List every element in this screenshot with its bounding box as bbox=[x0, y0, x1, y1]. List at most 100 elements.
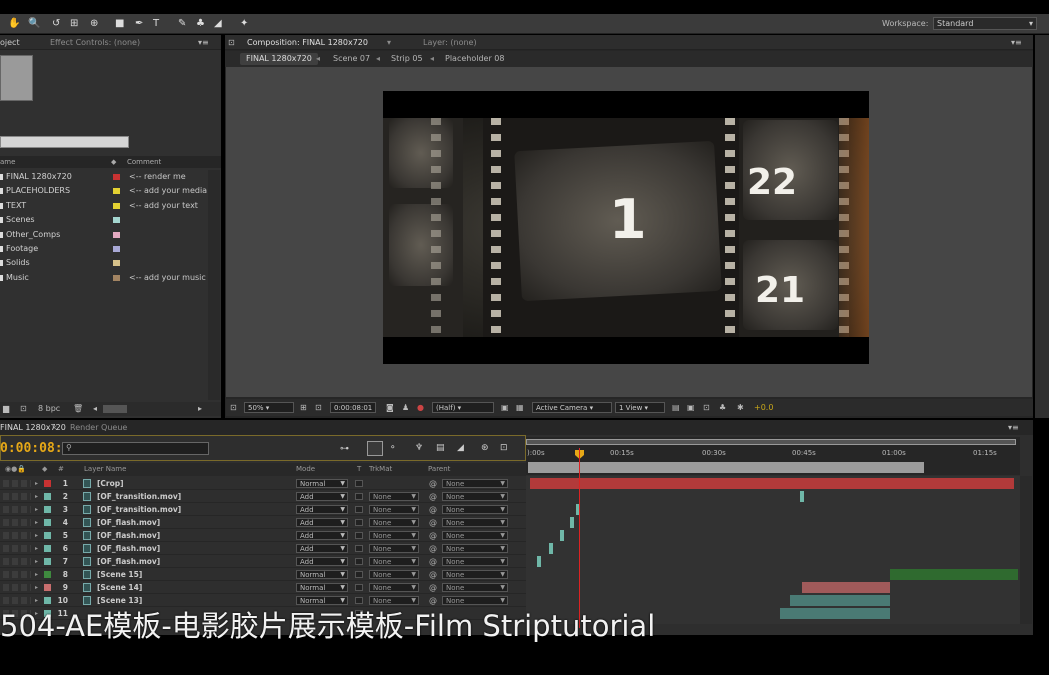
av-switches[interactable] bbox=[3, 545, 31, 552]
label-swatch[interactable] bbox=[44, 519, 51, 526]
layer-mode-select[interactable]: Normal ▼ bbox=[296, 570, 348, 579]
layer-name[interactable]: [OF_flash.mov] bbox=[97, 516, 160, 529]
parent-select[interactable]: None ▼ bbox=[442, 544, 508, 553]
tab-effect-controls[interactable]: Effect Controls: (none) bbox=[50, 35, 140, 50]
parent-select[interactable]: None ▼ bbox=[442, 479, 508, 488]
av-switches[interactable] bbox=[3, 493, 31, 500]
av-switches[interactable] bbox=[3, 506, 31, 513]
comp-mini-flowchart-icon[interactable]: ⊶ bbox=[340, 444, 349, 454]
layer-mode-select[interactable]: Add ▼ bbox=[296, 557, 348, 566]
layer-mode-select[interactable]: Add ▼ bbox=[296, 544, 348, 553]
show-snapshot-icon[interactable]: ♟ bbox=[402, 399, 409, 416]
layer-duration-bar[interactable] bbox=[800, 491, 804, 502]
current-time-indicator-line[interactable] bbox=[579, 448, 580, 628]
layer-duration-bar[interactable] bbox=[530, 478, 1014, 489]
layer-name[interactable]: [Scene 15] bbox=[97, 568, 142, 581]
exposure-icon[interactable]: ✱ bbox=[737, 399, 744, 416]
pickwhip-icon[interactable]: @ bbox=[429, 542, 437, 555]
resolution-select[interactable]: (Half) ▾ bbox=[432, 402, 494, 413]
panel-menu-icon[interactable]: ▾≡ bbox=[198, 35, 209, 50]
mask-icon[interactable]: ⊡ bbox=[315, 399, 322, 416]
label-swatch[interactable] bbox=[44, 480, 51, 487]
trkmat-select[interactable]: None ▼ bbox=[369, 505, 419, 514]
layer-duration-bar[interactable] bbox=[549, 543, 553, 554]
label-swatch[interactable] bbox=[113, 217, 120, 224]
pickwhip-icon[interactable]: @ bbox=[429, 490, 437, 503]
label-swatch[interactable] bbox=[44, 545, 51, 552]
region-of-interest-icon[interactable]: ▣ bbox=[501, 399, 509, 416]
layer-row[interactable]: ▸ 8 [Scene 15] Normal ▼ None ▼ @ None ▼ bbox=[0, 568, 526, 581]
label-swatch[interactable] bbox=[113, 274, 120, 281]
view-layout-select[interactable]: 1 View ▾ bbox=[615, 402, 665, 413]
project-item[interactable]: Other_Comps bbox=[0, 228, 208, 242]
layer-row[interactable]: ▸ 1 [Crop] Normal ▼ @ None ▼ bbox=[0, 477, 526, 490]
parent-select[interactable]: None ▼ bbox=[442, 570, 508, 579]
type-tool-icon[interactable]: T bbox=[153, 17, 159, 31]
composition-frame[interactable]: 1 22 21 bbox=[383, 91, 869, 364]
tab-composition[interactable]: Composition: FINAL 1280x720 bbox=[247, 35, 368, 50]
label-swatch[interactable] bbox=[113, 188, 120, 195]
col-t[interactable]: T bbox=[357, 463, 361, 476]
zoom-tool-icon[interactable]: 🔍 bbox=[28, 17, 40, 31]
parent-select[interactable]: None ▼ bbox=[442, 492, 508, 501]
brush-tool-icon[interactable]: ✎ bbox=[178, 17, 186, 31]
layer-duration-bar[interactable] bbox=[802, 582, 890, 593]
pickwhip-icon[interactable]: @ bbox=[429, 516, 437, 529]
label-swatch[interactable] bbox=[44, 558, 51, 565]
comp-lock-icon[interactable]: ⊡ bbox=[228, 35, 235, 50]
preserve-transparency-checkbox[interactable] bbox=[355, 545, 363, 552]
layer-mode-select[interactable]: Add ▼ bbox=[296, 505, 348, 514]
col-mode[interactable]: Mode bbox=[296, 463, 315, 476]
trkmat-select[interactable]: None ▼ bbox=[369, 518, 419, 527]
project-item[interactable]: FINAL 1280x720 <-- render me bbox=[0, 170, 208, 184]
trkmat-select[interactable]: None ▼ bbox=[369, 570, 419, 579]
project-search-input[interactable] bbox=[0, 136, 129, 148]
preserve-transparency-checkbox[interactable] bbox=[355, 558, 363, 565]
folder-icon[interactable]: ▆ bbox=[3, 402, 9, 416]
camera-select[interactable]: Active Camera ▾ bbox=[532, 402, 612, 413]
label-swatch[interactable] bbox=[44, 493, 51, 500]
preserve-transparency-checkbox[interactable] bbox=[355, 493, 363, 500]
layer-name[interactable]: [OF_flash.mov] bbox=[97, 529, 160, 542]
parent-select[interactable]: None ▼ bbox=[442, 531, 508, 540]
expand-arrow-icon[interactable]: ▸ bbox=[35, 490, 38, 503]
camera-tool-icon[interactable]: ⊞ bbox=[70, 17, 78, 31]
project-item[interactable]: PLACEHOLDERS <-- add your media bbox=[0, 184, 208, 198]
zoom-select[interactable]: 50% ▾ bbox=[244, 402, 294, 413]
live-update-icon[interactable] bbox=[367, 441, 383, 456]
layer-name[interactable]: [OF_transition.mov] bbox=[97, 490, 181, 503]
project-item[interactable]: Footage bbox=[0, 242, 208, 256]
layer-name[interactable]: [OF_flash.mov] bbox=[97, 542, 160, 555]
layer-row[interactable]: ▸ 4 [OF_flash.mov] Add ▼ None ▼ @ None ▼ bbox=[0, 516, 526, 529]
layer-name[interactable]: [Crop] bbox=[97, 477, 124, 490]
layer-duration-bar[interactable] bbox=[890, 569, 1018, 580]
always-preview-icon[interactable]: ⊡ bbox=[230, 399, 237, 416]
timeline-navigator[interactable] bbox=[526, 439, 1016, 445]
rotate-tool-icon[interactable]: ↺ bbox=[52, 17, 60, 31]
trkmat-select[interactable]: None ▼ bbox=[369, 557, 419, 566]
breadcrumb-item[interactable]: Scene 07 bbox=[327, 53, 376, 65]
layer-duration-bar[interactable] bbox=[560, 530, 564, 541]
timeline-menu-icon[interactable]: ▾≡ bbox=[1008, 420, 1019, 435]
breadcrumb-item[interactable]: FINAL 1280x720 bbox=[240, 53, 318, 65]
tab-layer[interactable]: Layer: (none) bbox=[423, 35, 477, 50]
av-switches[interactable] bbox=[3, 480, 31, 487]
project-scrollbar[interactable] bbox=[208, 170, 220, 400]
label-swatch[interactable] bbox=[44, 597, 51, 604]
preserve-transparency-checkbox[interactable] bbox=[355, 519, 363, 526]
brainstorm-icon[interactable]: ⊛ bbox=[481, 443, 489, 453]
project-item[interactable]: Music <-- add your music bbox=[0, 271, 208, 285]
breadcrumb-item[interactable]: Placeholder 08 bbox=[439, 53, 510, 65]
parent-select[interactable]: None ▼ bbox=[442, 583, 508, 592]
timeline-search-input[interactable]: ⚲ bbox=[62, 442, 209, 455]
expand-arrow-icon[interactable]: ▸ bbox=[35, 555, 38, 568]
timeline-scrollbar[interactable] bbox=[1020, 476, 1032, 624]
current-time-field[interactable]: 0:00:08:01 bbox=[330, 402, 377, 413]
col-parent[interactable]: Parent bbox=[428, 463, 450, 476]
pickwhip-icon[interactable]: @ bbox=[429, 503, 437, 516]
layer-duration-bar[interactable] bbox=[537, 556, 541, 567]
pickwhip-icon[interactable]: @ bbox=[429, 477, 437, 490]
tab-render-queue[interactable]: Render Queue bbox=[70, 420, 127, 435]
rectangle-tool-icon[interactable]: ■ bbox=[115, 17, 124, 31]
new-comp-icon[interactable]: ⊡ bbox=[20, 402, 27, 416]
